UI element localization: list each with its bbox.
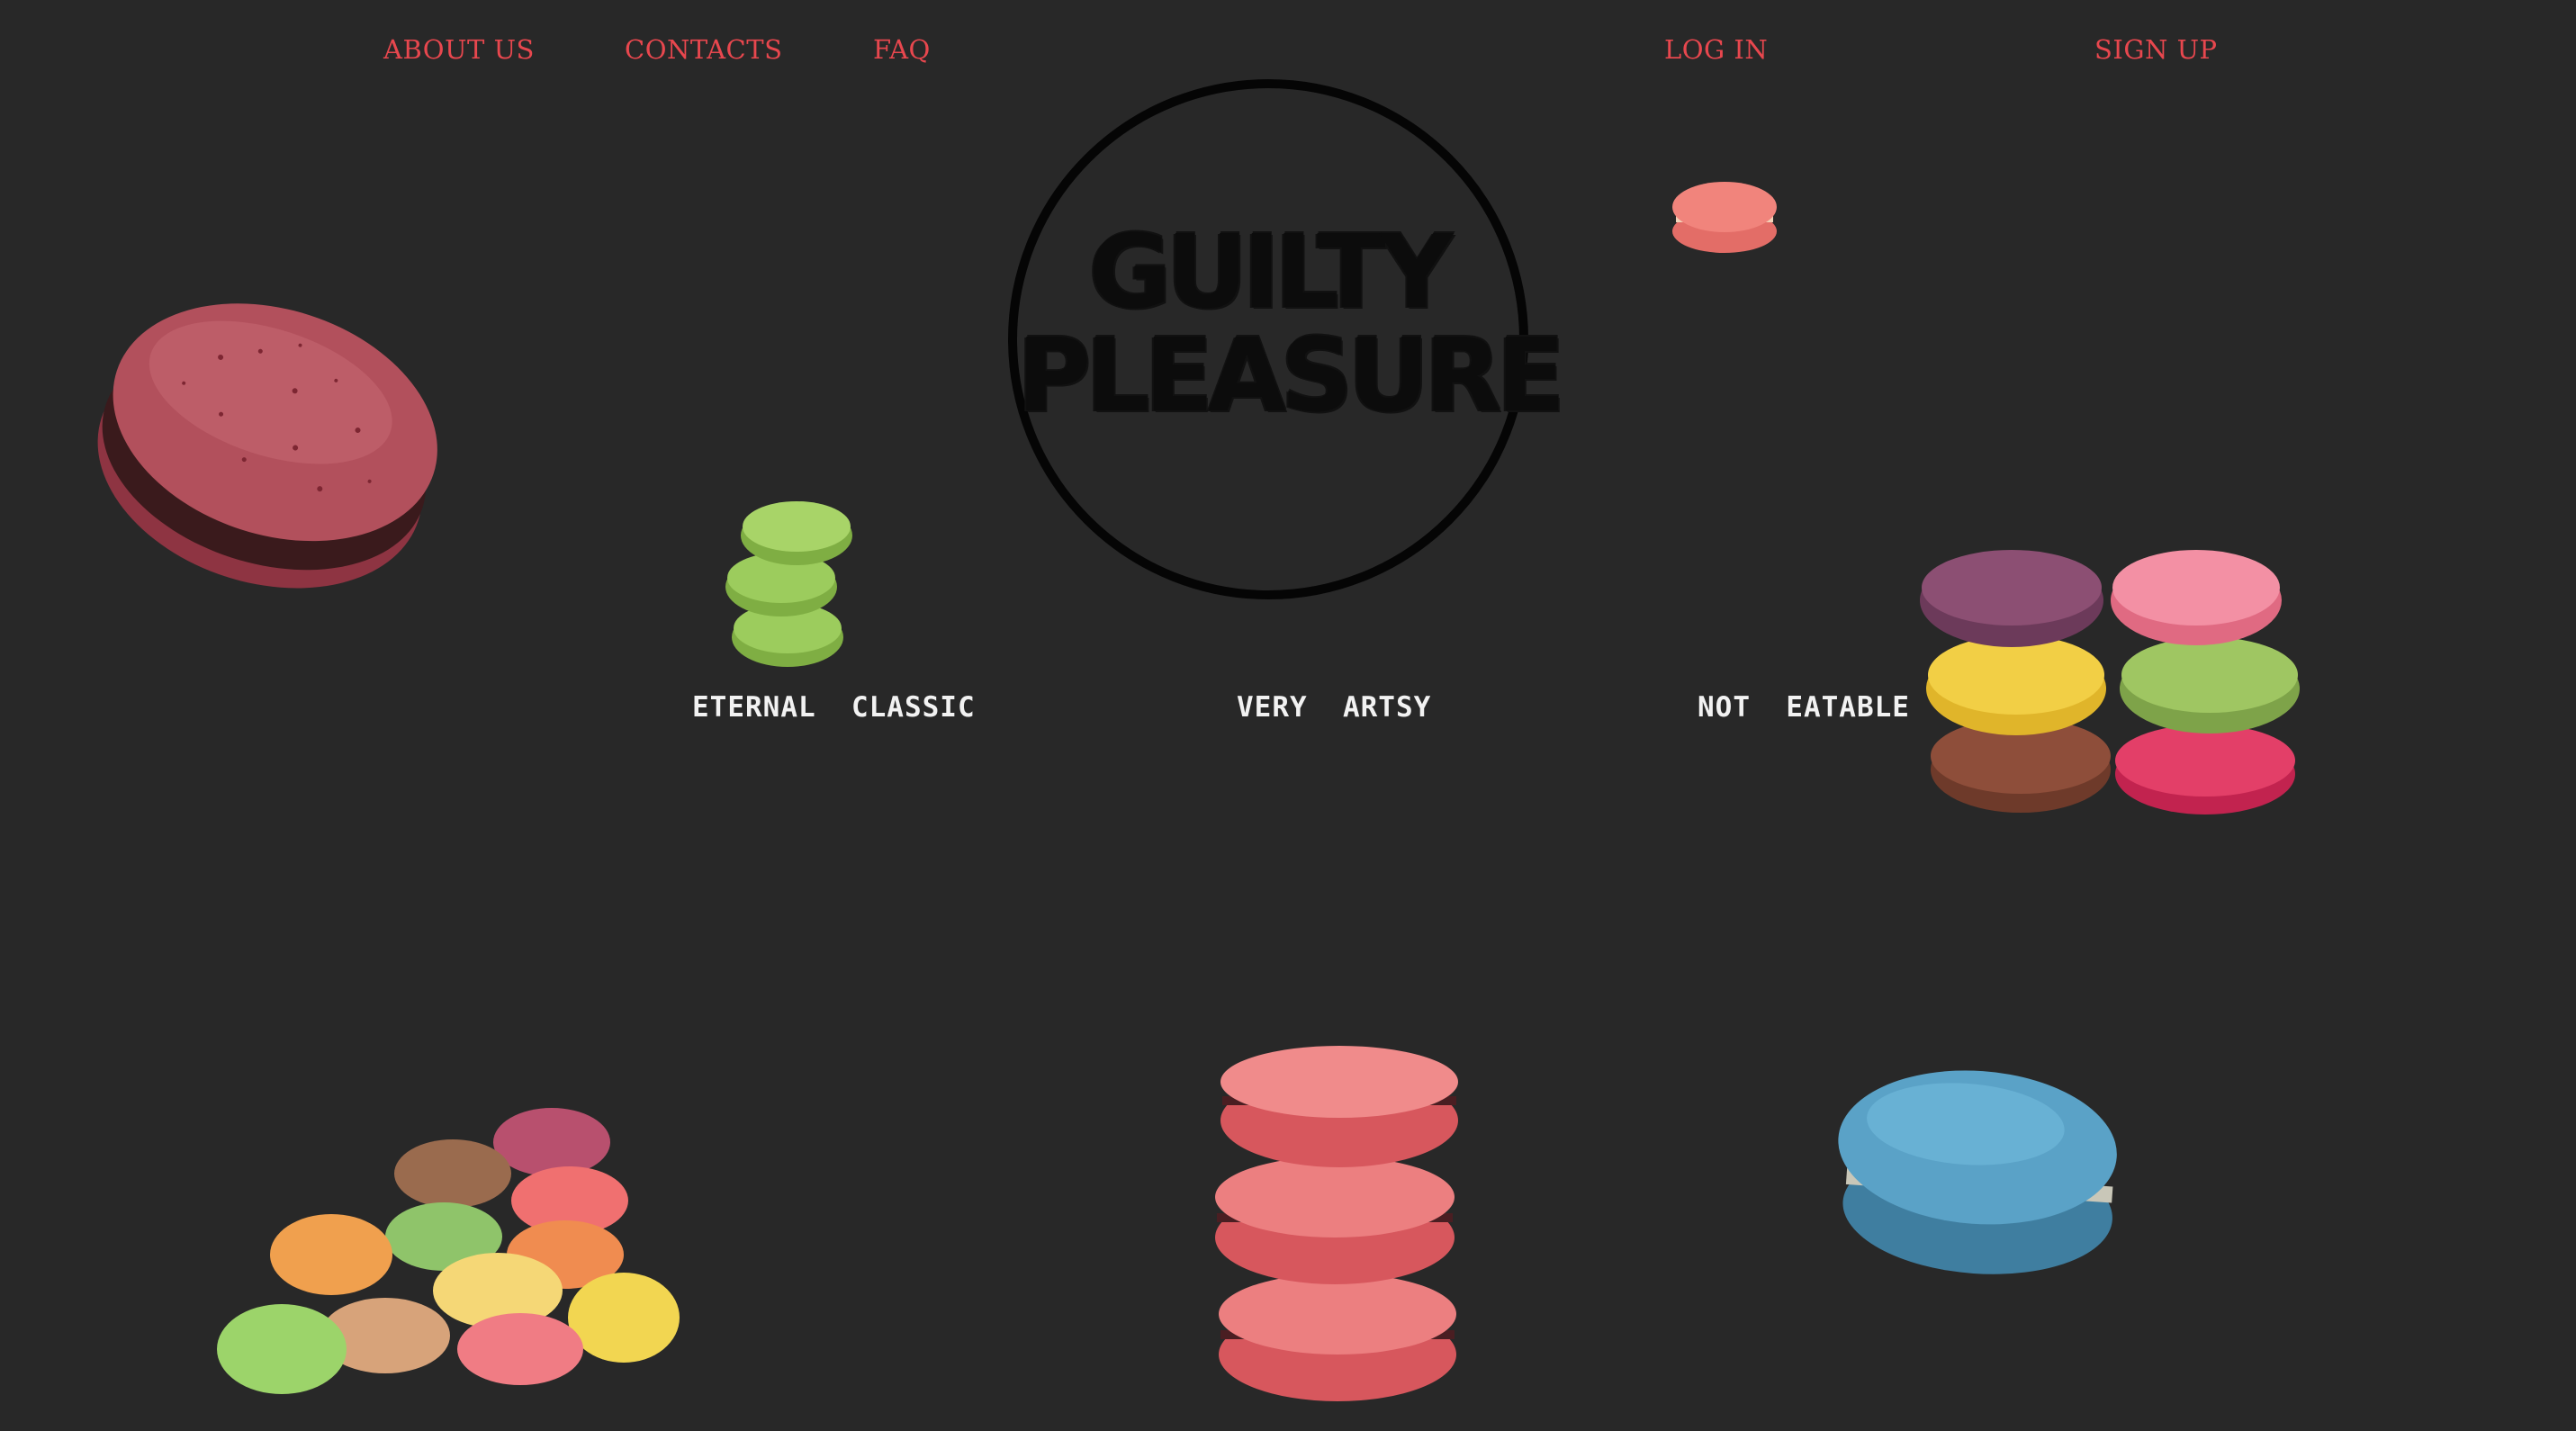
nav-faq-link[interactable]: FAQ [873, 34, 931, 65]
nav-sign-up-link[interactable]: SIGN UP [2094, 34, 2218, 65]
macaron-pile-image [217, 1108, 680, 1394]
category-not-eatable[interactable]: NOT EATABLE [1698, 691, 1910, 724]
nav-about-us-link[interactable]: ABOUT US [383, 34, 535, 65]
category-very-artsy[interactable]: VERY ARTSY [1237, 691, 1431, 724]
logo-text-line-2: PLEASURE [1017, 318, 1565, 435]
logo-text-line-1: GUILTY [1088, 214, 1454, 331]
colorful-macaron-stack-image [1920, 550, 2300, 814]
green-macaron-stack-image [725, 501, 852, 667]
red-macaron-image [97, 303, 437, 589]
category-eternal-classic[interactable]: ETERNAL CLASSIC [692, 691, 976, 724]
small-pink-macaron-image [1672, 182, 1777, 253]
blue-macaron-image [1838, 1070, 2117, 1274]
nav-log-in-link[interactable]: LOG IN [1664, 34, 1768, 65]
nav-contacts-link[interactable]: CONTACTS [625, 34, 782, 65]
pink-macaron-tall-stack-image [1215, 1046, 1458, 1401]
guilty-pleasure-logo[interactable]: GUILTY PLEASURE [1008, 79, 1565, 599]
